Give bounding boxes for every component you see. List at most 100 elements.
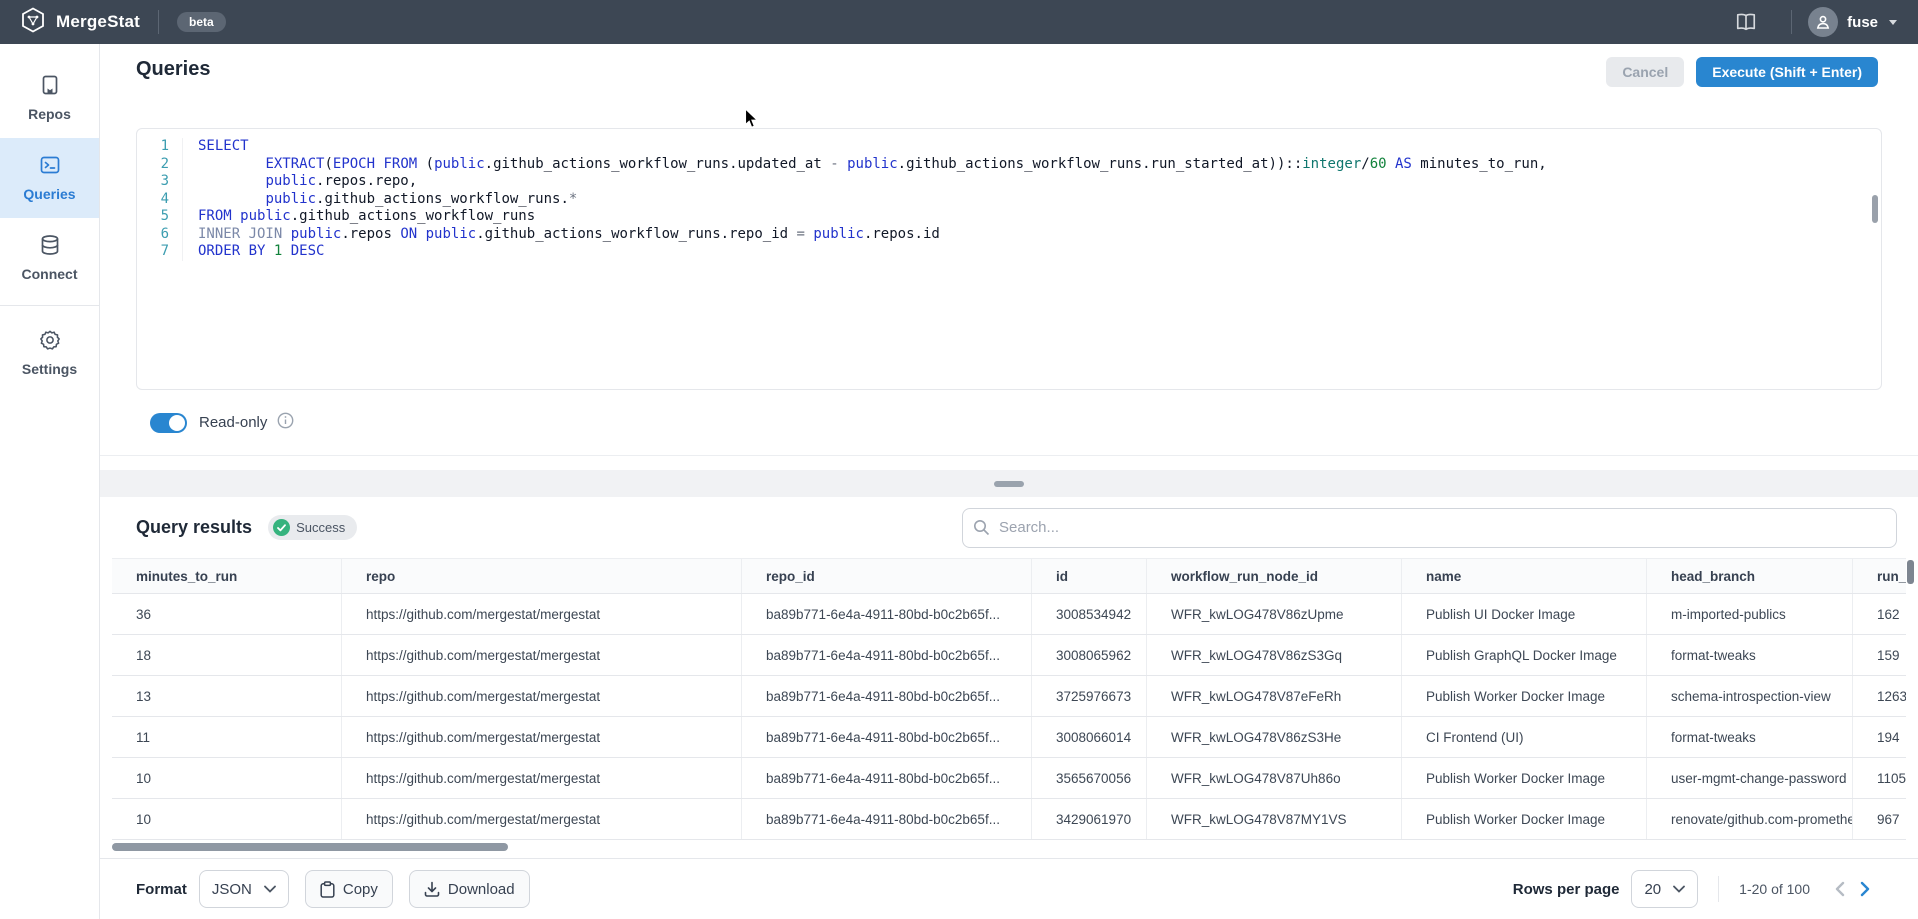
table-cell: 162 (1853, 594, 1906, 634)
table-cell: 10 (112, 799, 342, 839)
code-line-3[interactable]: 3 public.repos.repo, (137, 173, 1881, 191)
code-text: SELECT (183, 138, 249, 156)
table-hscrollbar (100, 842, 1918, 852)
search-input[interactable] (962, 508, 1897, 548)
navbar-divider-2 (1791, 10, 1792, 34)
code-line-7[interactable]: 7ORDER BY 1 DESC (137, 243, 1881, 261)
results-footer: Format JSON Copy Download Row (100, 858, 1918, 919)
code-line-2[interactable]: 2 EXTRACT(EPOCH FROM (public.github_acti… (137, 156, 1881, 174)
sidebar-item-queries[interactable]: Queries (0, 138, 99, 218)
column-header-minutes_to_run[interactable]: minutes_to_run (112, 559, 342, 593)
table-cell: WFR_kwLOG478V87eFeRh (1147, 676, 1402, 716)
top-navbar: MergeStat beta fuse (0, 0, 1918, 44)
table-row[interactable]: 13https://github.com/mergestat/mergestat… (112, 676, 1906, 717)
table-cell: Publish Worker Docker Image (1402, 799, 1647, 839)
format-select[interactable]: JSON (199, 870, 289, 908)
search-icon (973, 519, 990, 541)
resize-handle[interactable] (994, 481, 1024, 487)
table-cell: 3008534942 (1032, 594, 1147, 634)
table-cell: 3565670056 (1032, 758, 1147, 798)
table-row[interactable]: 36https://github.com/mergestat/mergestat… (112, 594, 1906, 635)
table-cell: 18 (112, 635, 342, 675)
results-header: Query results Success (100, 497, 1918, 558)
table-cell: 10 (112, 758, 342, 798)
table-cell: WFR_kwLOG478V87MY1VS (1147, 799, 1402, 839)
readonly-row: Read-only (100, 390, 1918, 456)
code-line-1[interactable]: 1SELECT (137, 138, 1881, 156)
editor-scrollbar[interactable] (1872, 195, 1878, 223)
chevron-left-icon (1834, 881, 1845, 897)
download-button-label: Download (448, 881, 515, 898)
line-number: 5 (137, 208, 183, 226)
prev-page-button[interactable] (1826, 876, 1852, 902)
status-badge-label: Success (296, 520, 345, 535)
table-cell: ba89b771-6e4a-4911-80bd-b0c2b65f... (742, 594, 1032, 634)
repo-icon (39, 74, 61, 99)
column-header-workflow_run_node_id[interactable]: workflow_run_node_id (1147, 559, 1402, 593)
code-line-6[interactable]: 6INNER JOIN public.repos ON public.githu… (137, 226, 1881, 244)
table-cell: Publish UI Docker Image (1402, 594, 1647, 634)
copy-button-label: Copy (343, 881, 378, 898)
clipboard-icon (320, 881, 335, 898)
table-cell: 3429061970 (1032, 799, 1147, 839)
readonly-toggle[interactable] (150, 413, 187, 433)
rows-per-page-label: Rows per page (1513, 881, 1620, 898)
execute-button[interactable]: Execute (Shift + Enter) (1696, 57, 1878, 87)
rows-per-page-select[interactable]: 20 (1631, 870, 1698, 908)
table-cell: 967 (1853, 799, 1906, 839)
table-cell: m-imported-publics (1647, 594, 1853, 634)
table-row[interactable]: 10https://github.com/mergestat/mergestat… (112, 758, 1906, 799)
sidebar-item-connect[interactable]: Connect (0, 218, 99, 298)
next-page-button[interactable] (1852, 876, 1878, 902)
column-header-repo[interactable]: repo (342, 559, 742, 593)
user-menu[interactable]: fuse (1808, 7, 1898, 37)
username: fuse (1847, 14, 1878, 31)
table-cell: ba89b771-6e4a-4911-80bd-b0c2b65f... (742, 758, 1032, 798)
resize-strip (100, 470, 1918, 497)
table-cell: WFR_kwLOG478V86zUpme (1147, 594, 1402, 634)
beta-badge: beta (177, 12, 226, 32)
table-cell: schema-introspection-view (1647, 676, 1853, 716)
table-cell: Publish Worker Docker Image (1402, 758, 1647, 798)
table-cell: https://github.com/mergestat/mergestat (342, 594, 742, 634)
table-cell: ba89b771-6e4a-4911-80bd-b0c2b65f... (742, 676, 1032, 716)
table-cell: 1105 (1853, 758, 1906, 798)
table-cell: 11 (112, 717, 342, 757)
cancel-button[interactable]: Cancel (1606, 57, 1684, 87)
code-line-4[interactable]: 4 public.github_actions_workflow_runs.* (137, 191, 1881, 209)
table-cell: https://github.com/mergestat/mergestat (342, 635, 742, 675)
sql-editor[interactable]: 1SELECT2 EXTRACT(EPOCH FROM (public.gith… (136, 128, 1882, 390)
code-line-5[interactable]: 5FROM public.github_actions_workflow_run… (137, 208, 1881, 226)
table-cell: WFR_kwLOG478V87Uh86o (1147, 758, 1402, 798)
table-row[interactable]: 10https://github.com/mergestat/mergestat… (112, 799, 1906, 840)
table-cell: format-tweaks (1647, 635, 1853, 675)
download-button[interactable]: Download (409, 870, 530, 908)
column-header-id[interactable]: id (1032, 559, 1147, 593)
copy-button[interactable]: Copy (305, 870, 393, 908)
table-row[interactable]: 18https://github.com/mergestat/mergestat… (112, 635, 1906, 676)
line-number: 1 (137, 138, 183, 156)
table-cell: WFR_kwLOG478V86zS3Gq (1147, 635, 1402, 675)
readonly-label: Read-only (199, 414, 267, 431)
gear-icon (39, 329, 61, 354)
column-header-name[interactable]: name (1402, 559, 1647, 593)
download-icon (424, 881, 440, 897)
column-header-run_[interactable]: run_ (1853, 559, 1906, 593)
table-row[interactable]: 11https://github.com/mergestat/mergestat… (112, 717, 1906, 758)
brand-name: MergeStat (56, 12, 140, 32)
sidebar-item-settings[interactable]: Settings (0, 313, 99, 393)
table-hscrollbar-thumb[interactable] (112, 843, 508, 851)
table-cell: 3008065962 (1032, 635, 1147, 675)
table-vscrollbar-thumb[interactable] (1907, 560, 1914, 584)
column-header-head_branch[interactable]: head_branch (1647, 559, 1853, 593)
line-number: 6 (137, 226, 183, 244)
sidebar-item-repos[interactable]: Repos (0, 58, 99, 138)
table-cell: user-mgmt-change-password (1647, 758, 1853, 798)
code-text: public.repos.repo, (183, 173, 417, 191)
column-header-repo_id[interactable]: repo_id (742, 559, 1032, 593)
status-badge: Success (268, 515, 357, 540)
docs-icon[interactable] (1733, 9, 1759, 35)
table-cell: ba89b771-6e4a-4911-80bd-b0c2b65f... (742, 799, 1032, 839)
brand[interactable]: MergeStat (20, 7, 140, 38)
results-table: minutes_to_runreporepo_ididworkflow_run_… (112, 558, 1906, 840)
